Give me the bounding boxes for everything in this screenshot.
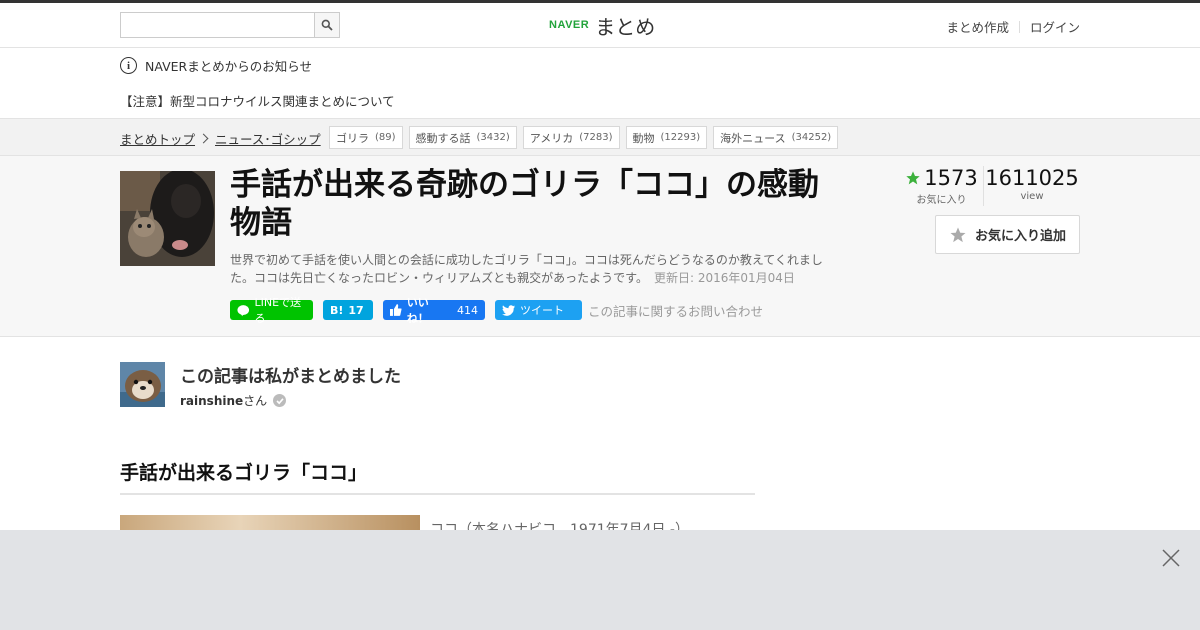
favorites-count: 1573 bbox=[924, 166, 978, 190]
author-suffix: さん bbox=[243, 394, 268, 408]
star-icon bbox=[906, 171, 920, 185]
hatena-icon: B! bbox=[330, 303, 344, 317]
author-name-row: rainshineさん bbox=[180, 392, 287, 409]
nav-divider bbox=[1018, 20, 1020, 33]
facebook-like-button[interactable]: いいね！ 414 bbox=[383, 296, 485, 325]
tag-count: (3432) bbox=[476, 132, 510, 143]
facebook-like-label: いいね！ bbox=[406, 296, 429, 325]
breadcrumb-top[interactable]: まとめトップ bbox=[120, 129, 195, 148]
article-header: 手話が出来る奇跡のゴリラ「ココ」の感動物語 世界で初めて手話を使い人間との会話に… bbox=[0, 156, 1200, 337]
star-icon bbox=[950, 227, 966, 242]
line-icon bbox=[237, 304, 250, 316]
add-favorite-button[interactable]: お気に入り追加 bbox=[935, 215, 1080, 254]
tag-item[interactable]: アメリカ (7283) bbox=[522, 126, 620, 149]
login-link[interactable]: ログイン bbox=[1030, 17, 1080, 36]
article-thumbnail[interactable] bbox=[120, 171, 215, 266]
views-count: 1611025 bbox=[985, 166, 1079, 190]
updated-date: 更新日: 2016年01月04日 bbox=[653, 271, 795, 285]
favorites-number: 1573 bbox=[900, 166, 983, 190]
hatena-bookmark-button[interactable]: B! 17 bbox=[323, 300, 373, 320]
article-stats: 1573 お気に入り 1611025 view bbox=[900, 166, 1080, 206]
tag-item[interactable]: 感動する話 (3432) bbox=[408, 126, 517, 149]
tag-label: アメリカ bbox=[529, 131, 574, 145]
tag-label: 感動する話 bbox=[415, 131, 471, 145]
ad-overlay bbox=[0, 530, 1200, 630]
site-header: NAVER まとめ まとめ作成 ログイン bbox=[0, 3, 1200, 48]
tag-item[interactable]: 海外ニュース (34252) bbox=[713, 126, 839, 149]
tweet-label: ツイート bbox=[520, 304, 564, 317]
breadcrumb: まとめトップ ニュース･ゴシップ bbox=[120, 129, 321, 148]
chevron-right-icon bbox=[198, 133, 209, 144]
avatar[interactable] bbox=[120, 362, 165, 407]
search-box bbox=[120, 12, 340, 38]
tag-item[interactable]: ゴリラ (89) bbox=[329, 126, 403, 149]
tag-count: (12293) bbox=[660, 132, 701, 143]
hatena-count: 17 bbox=[348, 303, 364, 317]
notice-title: NAVERまとめからのお知らせ bbox=[145, 59, 312, 74]
breadcrumb-bar: まとめトップ ニュース･ゴシップ ゴリラ (89) 感動する話 (3432) アメリ… bbox=[0, 118, 1200, 156]
twitter-bird-icon bbox=[502, 304, 515, 316]
tag-count: (34252) bbox=[791, 132, 832, 143]
search-button[interactable] bbox=[314, 13, 339, 37]
tag-label: 動物 bbox=[632, 131, 655, 145]
notice-link[interactable]: 【注意】新型コロナウイルス関連まとめについて bbox=[120, 91, 395, 110]
favorites-stat: 1573 お気に入り bbox=[900, 166, 984, 206]
author-heading: この記事は私がまとめました bbox=[180, 367, 401, 387]
share-bar: LINEで送る B! 17 いいね！ 414 ツイート この記事に関するお問い合… bbox=[230, 296, 763, 325]
search-input[interactable] bbox=[121, 13, 315, 37]
tag-list: ゴリラ (89) 感動する話 (3432) アメリカ (7283) 動物 (12293)… bbox=[329, 126, 839, 149]
check-badge-icon bbox=[273, 394, 287, 407]
create-matome-link[interactable]: まとめ作成 bbox=[946, 17, 1009, 36]
section-heading: 手話が出来るゴリラ「ココ」 bbox=[120, 458, 755, 495]
contact-link[interactable]: この記事に関するお問い合わせ bbox=[588, 301, 763, 320]
site-logo[interactable]: NAVER まとめ bbox=[549, 12, 656, 39]
header-nav: まとめ作成 ログイン bbox=[946, 17, 1080, 36]
tag-label: ゴリラ bbox=[336, 131, 369, 145]
search-icon bbox=[321, 19, 333, 31]
views-label: view bbox=[1020, 191, 1044, 202]
info-icon: i bbox=[120, 57, 137, 74]
article-description: 世界で初めて手話を使い人間との会話に成功したゴリラ「ココ」。ココは死んだらどうな… bbox=[230, 251, 835, 287]
article-title: 手話が出来る奇跡のゴリラ「ココ」の感動物語 bbox=[230, 167, 819, 241]
author-name[interactable]: rainshine bbox=[180, 394, 243, 408]
views-stat: 1611025 view bbox=[984, 166, 1080, 206]
tag-item[interactable]: 動物 (12293) bbox=[625, 126, 708, 149]
facebook-like-count: 414 bbox=[457, 303, 478, 317]
add-favorite-label: お気に入り追加 bbox=[974, 229, 1066, 244]
thumbs-up-icon bbox=[390, 304, 402, 316]
tweet-button[interactable]: ツイート bbox=[495, 300, 582, 320]
tag-count: (7283) bbox=[579, 132, 613, 143]
line-share-label: LINEで送る bbox=[254, 296, 302, 325]
line-share-button[interactable]: LINEで送る bbox=[230, 296, 313, 325]
favorites-label: お気に入り bbox=[916, 195, 967, 206]
notice-header: i NAVERまとめからのお知らせ bbox=[120, 56, 312, 75]
logo-naver: NAVER bbox=[549, 19, 590, 31]
tag-count: (89) bbox=[375, 132, 396, 143]
close-icon[interactable] bbox=[1162, 549, 1180, 567]
tag-label: 海外ニュース bbox=[720, 131, 786, 145]
breadcrumb-category[interactable]: ニュース･ゴシップ bbox=[215, 129, 321, 148]
logo-matome: まとめ bbox=[595, 14, 656, 39]
